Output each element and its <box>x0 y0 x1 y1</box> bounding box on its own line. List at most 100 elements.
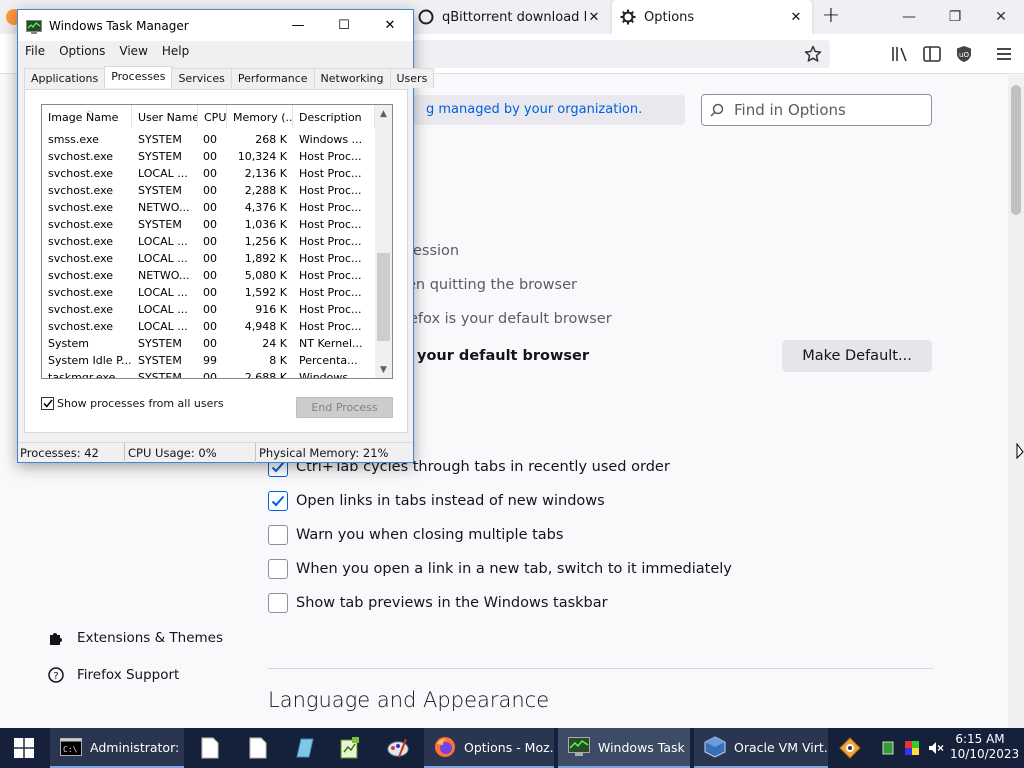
scroll-down-arrow-icon[interactable]: ▼ <box>375 361 392 378</box>
warn-closing-tabs-option[interactable]: Warn you when closing multiple tabs <box>268 524 563 546</box>
column-description[interactable]: Description <box>293 105 375 128</box>
table-row[interactable]: smss.exe SYSTEM 00 268 K Windows ... <box>42 131 375 148</box>
checkbox-checked[interactable] <box>41 397 54 410</box>
cell-user-name: LOCAL ... <box>138 252 188 265</box>
table-row[interactable]: svchost.exe NETWO... 00 5,080 K Host Proc... <box>42 267 375 284</box>
menu-options[interactable]: Options <box>52 44 112 58</box>
explorer-app-icon[interactable] <box>292 736 316 760</box>
taskbar-item-label: Windows Task ... <box>598 739 690 755</box>
restore-button[interactable]: ❐ <box>932 0 978 34</box>
table-row[interactable]: svchost.exe SYSTEM 00 10,324 K Host Proc... <box>42 148 375 165</box>
library-icon[interactable] <box>890 44 910 64</box>
system-clock[interactable]: 6:15 AM 10/10/2023 <box>950 732 1019 762</box>
cell-image-name: svchost.exe <box>48 303 114 316</box>
sidebar-icon[interactable] <box>922 44 942 64</box>
make-default-button[interactable]: Make Default... <box>782 340 932 372</box>
table-row[interactable]: svchost.exe SYSTEM 00 1,036 K Host Proc... <box>42 216 375 233</box>
checkbox-unchecked[interactable] <box>268 559 288 579</box>
end-process-button[interactable]: End Process <box>296 397 393 418</box>
menu-view[interactable]: View <box>112 44 154 58</box>
cell-image-name: svchost.exe <box>48 252 114 265</box>
volume-muted-icon[interactable] <box>928 740 944 756</box>
checkbox-unchecked[interactable] <box>268 593 288 613</box>
cell-user-name: NETWO... <box>138 201 190 214</box>
close-tab-icon[interactable]: ✕ <box>586 9 602 25</box>
paint-app-icon[interactable] <box>386 736 410 760</box>
startup-warn-quit-text: en quitting the browser <box>407 277 577 293</box>
table-row[interactable]: System Idle P... SYSTEM 99 8 K Percenta... <box>42 352 375 369</box>
tab-previews-option[interactable]: Show tab previews in the Windows taskbar <box>268 592 608 614</box>
minimize-button[interactable]: — <box>275 10 321 41</box>
notepad-file-icon[interactable] <box>198 736 222 760</box>
tab-processes[interactable]: Processes <box>104 66 173 88</box>
cell-description: Windows ... <box>299 371 363 379</box>
start-button[interactable] <box>0 728 48 768</box>
table-row[interactable]: svchost.exe SYSTEM 00 2,288 K Host Proc... <box>42 182 375 199</box>
task-manager-titlebar[interactable]: Windows Task Manager — ☐ ✕ <box>18 10 413 41</box>
policy-notice-link[interactable]: g managed by your organization. <box>404 95 685 125</box>
checkbox-unchecked[interactable] <box>268 525 288 545</box>
svg-text:uO: uO <box>959 51 969 59</box>
process-list[interactable]: Image Name User Name CPU Memory (... Des… <box>41 104 393 379</box>
page-scrollbar[interactable] <box>1008 75 1024 728</box>
taskbar-item-firefox[interactable]: Options - Moz... <box>424 728 554 768</box>
table-row[interactable]: svchost.exe LOCAL ... 00 1,592 K Host Proc..… <box>42 284 375 301</box>
scrollbar-thumb[interactable] <box>1011 85 1021 215</box>
mouse-cursor <box>1016 442 1024 460</box>
process-list-scrollbar[interactable]: ▲ ▼ <box>375 105 392 378</box>
tab-qbittorrent[interactable]: qBittorrent download lates ✕ <box>410 0 610 34</box>
ublock-shield-icon[interactable]: uO <box>954 44 974 64</box>
taskbar-item-virtualbox[interactable]: Oracle VM Virt... <box>694 728 828 768</box>
sidebar-item-extensions[interactable]: Extensions & Themes <box>46 627 223 649</box>
tab-performance[interactable]: Performance <box>230 68 315 88</box>
cell-user-name: LOCAL ... <box>138 303 188 316</box>
sidebar-item-support[interactable]: ? Firefox Support <box>46 664 179 686</box>
menu-help[interactable]: Help <box>155 44 196 58</box>
menu-bar: File Options View Help <box>18 41 413 61</box>
maximize-button[interactable]: ☐ <box>321 10 367 41</box>
tray-color-app-icon[interactable] <box>904 740 920 756</box>
minimize-button[interactable]: — <box>886 0 932 34</box>
hamburger-menu-icon[interactable] <box>994 44 1014 64</box>
open-links-in-tabs-option[interactable]: Open links in tabs instead of new window… <box>268 490 605 512</box>
column-memory[interactable]: Memory (... <box>227 105 293 128</box>
column-user-name[interactable]: User Name <box>132 105 198 128</box>
tab-options[interactable]: Options ✕ <box>612 0 812 34</box>
tab-users[interactable]: Users <box>389 68 435 88</box>
close-tab-icon[interactable]: ✕ <box>788 9 804 25</box>
column-cpu[interactable]: CPU <box>198 105 227 128</box>
cell-image-name: svchost.exe <box>48 201 114 214</box>
find-in-options-input[interactable]: Find in Options <box>701 94 932 126</box>
table-row[interactable]: svchost.exe LOCAL ... 00 916 K Host Proc... <box>42 301 375 318</box>
blank-file-icon[interactable] <box>246 736 270 760</box>
tab-title: Options <box>644 9 695 25</box>
table-row[interactable]: svchost.exe LOCAL ... 00 1,256 K Host Proc..… <box>42 233 375 250</box>
table-row[interactable]: svchost.exe LOCAL ... 00 2,136 K Host Proc..… <box>42 165 375 182</box>
url-bar[interactable] <box>400 40 830 68</box>
table-row[interactable]: svchost.exe LOCAL ... 00 4,948 K Host Proc..… <box>42 318 375 335</box>
table-row[interactable]: taskmgr.exe SYSTEM 00 2,688 K Windows ... <box>42 369 375 379</box>
bookmark-star-icon[interactable] <box>803 44 823 64</box>
taskbar-item-taskmgr[interactable]: Windows Task ... <box>558 728 690 768</box>
close-window-button[interactable]: ✕ <box>978 0 1024 34</box>
fotosketcher-app-icon[interactable] <box>838 736 862 760</box>
tab-services[interactable]: Services <box>171 68 232 88</box>
notepadpp-icon[interactable] <box>338 736 362 760</box>
cell-memory: 2,136 K <box>244 167 287 180</box>
switch-to-new-tab-option[interactable]: When you open a link in a new tab, switc… <box>268 558 732 580</box>
checkbox-checked[interactable] <box>268 491 288 511</box>
table-row[interactable]: svchost.exe LOCAL ... 00 1,892 K Host Proc..… <box>42 250 375 267</box>
show-all-users-checkbox[interactable]: Show processes from all users <box>41 397 224 410</box>
tray-green-app-icon[interactable] <box>880 740 896 756</box>
scrollbar-thumb[interactable] <box>377 253 390 341</box>
scroll-up-arrow-icon[interactable]: ▲ <box>375 105 392 122</box>
close-window-button[interactable]: ✕ <box>367 10 413 41</box>
tab-applications[interactable]: Applications <box>24 68 106 88</box>
menu-file[interactable]: File <box>18 44 52 58</box>
taskbar-item-cmd[interactable]: C:\ Administrator: ... <box>50 728 184 768</box>
table-row[interactable]: System SYSTEM 00 24 K NT Kernel... <box>42 335 375 352</box>
cell-cpu: 00 <box>203 150 217 163</box>
tab-networking[interactable]: Networking <box>313 68 391 88</box>
table-row[interactable]: svchost.exe NETWO... 00 4,376 K Host Proc... <box>42 199 375 216</box>
new-tab-button[interactable]: + <box>818 4 844 30</box>
